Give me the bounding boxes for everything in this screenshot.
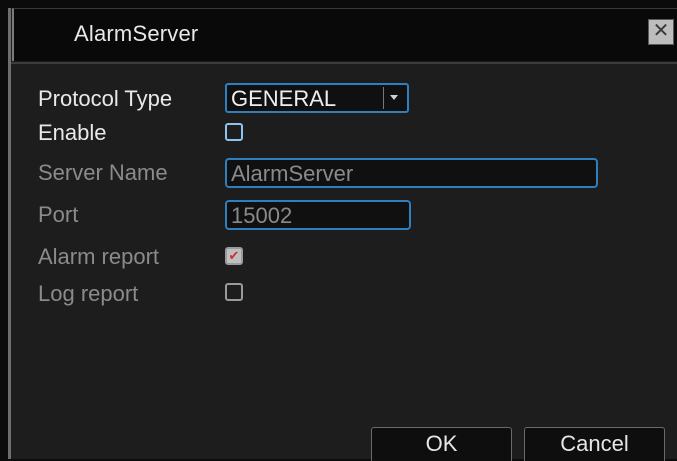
enable-checkbox[interactable]: [225, 123, 243, 141]
title-bar: AlarmServer ✕: [12, 8, 677, 61]
port-label: Port: [38, 202, 79, 227]
alarm-server-dialog: [8, 8, 677, 459]
log-report-checkbox[interactable]: [225, 283, 243, 301]
protocol-type-label: Protocol Type: [38, 86, 173, 111]
server-name-input[interactable]: AlarmServer: [225, 158, 598, 188]
dialog-title: AlarmServer: [74, 21, 199, 46]
alarm-report-label: Alarm report: [38, 244, 160, 269]
chevron-down-icon[interactable]: [383, 87, 405, 109]
enable-label: Enable: [38, 120, 107, 145]
close-icon: ✕: [652, 20, 670, 42]
protocol-type-select[interactable]: GENERAL: [225, 83, 409, 113]
cancel-button[interactable]: Cancel: [524, 427, 665, 461]
server-name-label: Server Name: [38, 160, 168, 185]
alarm-report-checkbox[interactable]: ✔: [225, 247, 243, 265]
check-icon: ✔: [228, 248, 240, 263]
server-name-value: AlarmServer: [231, 161, 354, 186]
title-divider: [11, 62, 677, 64]
port-value: 15002: [231, 203, 293, 228]
protocol-type-value: GENERAL: [231, 86, 337, 111]
port-input[interactable]: 15002: [225, 200, 411, 230]
ok-button[interactable]: OK: [371, 427, 512, 461]
close-button[interactable]: ✕: [648, 19, 674, 45]
log-report-label: Log report: [38, 281, 139, 306]
